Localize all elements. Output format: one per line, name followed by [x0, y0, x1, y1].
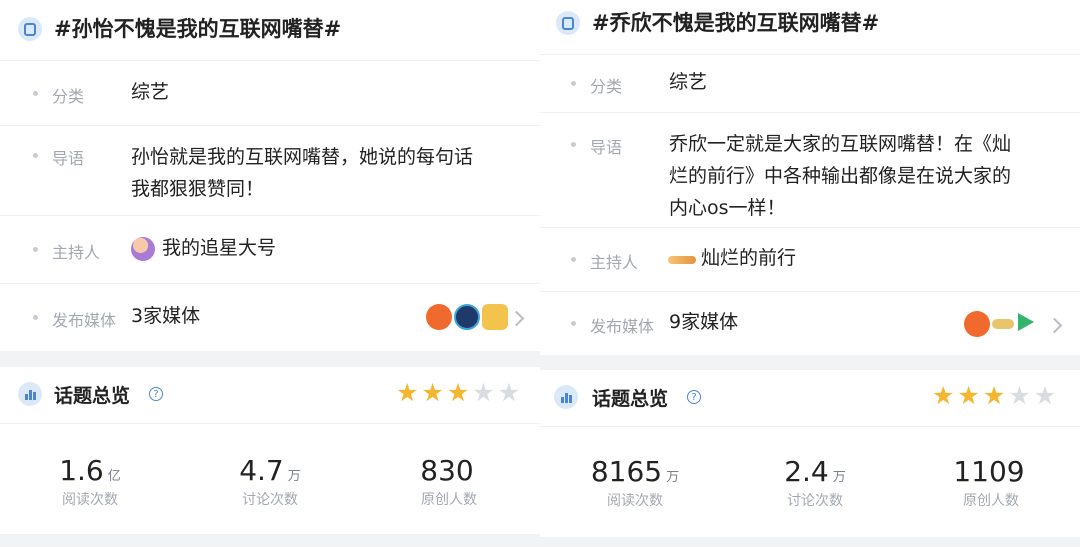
- star-icon: ★: [446, 378, 470, 407]
- stats-card: 1.6 亿 阅读次数 4.7 万 讨论次数 830 原创人数: [0, 424, 540, 534]
- topic-title: #孙怡不愧是我的互联网嘴替#: [54, 17, 342, 41]
- rating-stars: ★ ★ ★ ★ ★: [932, 382, 1056, 410]
- media-row[interactable]: 发布媒体 3家媒体: [0, 283, 540, 351]
- host-label: 主持人: [590, 253, 639, 272]
- star-icon: ★: [396, 378, 419, 407]
- host-label: 主持人: [52, 243, 101, 262]
- category-value: 综艺: [669, 71, 708, 93]
- chevron-right-icon[interactable]: [1046, 317, 1063, 334]
- category-label: 分类: [52, 87, 85, 106]
- intro-text: 乔欣一定就是大家的互联网嘴替！在《灿 烂的前行》中各种输出都像是在说大家的 内心…: [669, 133, 1012, 219]
- stats-card: 8165 万 阅读次数 2.4 万 讨论次数 1109 原创人数: [540, 427, 1080, 537]
- star-icon: ★: [1033, 381, 1057, 410]
- orange-media-logo: [426, 304, 452, 330]
- star-icon: ★: [982, 381, 1006, 410]
- stat-discussions: 4.7 万 讨论次数: [239, 454, 301, 508]
- media-count: 9家媒体: [669, 311, 739, 333]
- media-row[interactable]: 发布媒体 9家媒体: [540, 291, 1080, 355]
- host-avatar: [668, 256, 696, 264]
- help-icon[interactable]: ?: [687, 390, 701, 404]
- overview-title: 话题总览: [592, 388, 669, 410]
- intro-text: 孙怡就是我的互联网嘴替，她说的每句话 我都狠狠赞同！: [131, 146, 474, 200]
- navy-media-logo: [454, 304, 480, 330]
- media-label: 发布媒体: [590, 317, 655, 336]
- intro-label: 导语: [52, 149, 85, 168]
- category-row: 分类 综艺: [540, 55, 1080, 113]
- star-icon: ★: [1008, 381, 1031, 410]
- play-media-logo: [1018, 313, 1034, 331]
- intro-label: 导语: [590, 138, 623, 157]
- media-count: 3家媒体: [131, 305, 201, 327]
- star-icon: ★: [932, 381, 955, 410]
- host-name[interactable]: 灿烂的前行: [701, 242, 796, 274]
- topic-icon: [556, 11, 580, 35]
- stat-original-authors: 1109 原创人数: [953, 455, 1025, 509]
- topic-icon: [18, 17, 42, 41]
- host-row[interactable]: 主持人 灿烂的前行: [540, 227, 1080, 292]
- star-icon: ★: [421, 378, 444, 407]
- megaphone-media-logo: [482, 304, 508, 330]
- orange-media-logo: [964, 311, 990, 337]
- overview-header: 话题总览 ? ★ ★ ★ ★ ★: [0, 367, 540, 424]
- star-icon: ★: [472, 378, 495, 407]
- topic-title: #乔欣不愧是我的互联网嘴替#: [592, 11, 880, 35]
- host-row[interactable]: 主持人 我的追星大号: [0, 215, 540, 284]
- stat-original-authors: 830 原创人数: [420, 454, 477, 508]
- star-icon: ★: [497, 378, 521, 407]
- overview-title: 话题总览: [54, 385, 131, 407]
- media-label: 发布媒体: [52, 311, 117, 330]
- topic-panel-right: #乔欣不愧是我的互联网嘴替# 分类 综艺 导语 乔欣一定就是大家的互联网嘴替！在…: [540, 0, 1080, 547]
- intro-row: 导语 孙怡就是我的互联网嘴替，她说的每句话 我都狠狠赞同！: [0, 125, 540, 216]
- category-label: 分类: [590, 77, 623, 96]
- bird-media-logo: [992, 319, 1014, 329]
- chevron-right-icon[interactable]: [508, 310, 525, 327]
- star-icon: ★: [957, 381, 980, 410]
- topic-header: #孙怡不愧是我的互联网嘴替#: [0, 0, 540, 61]
- category-row: 分类 综艺: [0, 61, 540, 126]
- host-avatar: [131, 237, 155, 261]
- host-name[interactable]: 我的追星大号: [162, 232, 276, 264]
- category-value: 综艺: [131, 81, 170, 103]
- stat-discussions: 2.4 万 讨论次数: [784, 455, 846, 509]
- stat-reads: 8165 万 阅读次数: [590, 455, 680, 509]
- chart-icon: [554, 385, 578, 409]
- rating-stars: ★ ★ ★ ★ ★: [396, 379, 520, 407]
- intro-row: 导语 乔欣一定就是大家的互联网嘴替！在《灿 烂的前行》中各种输出都像是在说大家的…: [540, 112, 1080, 228]
- chart-icon: [18, 382, 42, 406]
- topic-panel-left: #孙怡不愧是我的互联网嘴替# 分类 综艺 导语 孙怡就是我的互联网嘴替，她说的每…: [0, 0, 540, 547]
- stat-reads: 1.6 亿 阅读次数: [59, 454, 121, 508]
- overview-header: 话题总览 ? ★ ★ ★ ★ ★: [540, 370, 1080, 427]
- topic-info-card: 分类 综艺 导语 乔欣一定就是大家的互联网嘴替！在《灿 烂的前行》中各种输出都像…: [540, 55, 1080, 355]
- topic-header: #乔欣不愧是我的互联网嘴替#: [540, 0, 1080, 55]
- topic-info-card: 分类 综艺 导语 孙怡就是我的互联网嘴替，她说的每句话 我都狠狠赞同！ 主持人 …: [0, 61, 540, 351]
- help-icon[interactable]: ?: [149, 387, 163, 401]
